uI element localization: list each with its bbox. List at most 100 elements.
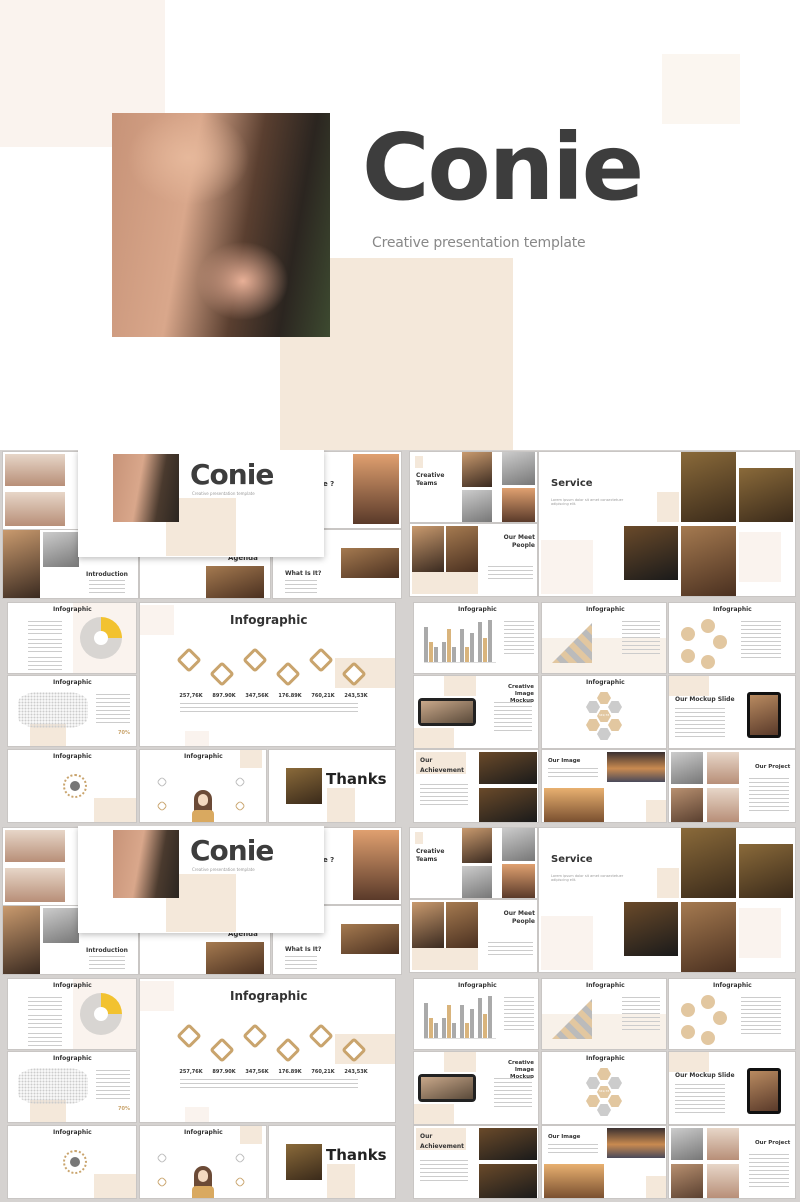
slide-title: Introduction	[86, 947, 128, 954]
cover-photo	[113, 830, 179, 898]
slide-title: Our Mockup Slide	[675, 1072, 735, 1079]
hero-subtitle: Creative presentation template	[372, 235, 586, 251]
bar	[488, 996, 492, 1038]
slide-thumb-our-meet-people[interactable]: Our Meet People	[410, 900, 537, 972]
slide-thumb-infographic-circles[interactable]: Infographic	[669, 603, 795, 673]
slide-thumb-infographic-cycle[interactable]: Infographic	[8, 750, 136, 822]
slide-thumb-thanks[interactable]: Thanks	[269, 1126, 395, 1198]
bar	[478, 998, 482, 1038]
slide-thumb-creative-image-mockup[interactable]: Creative Image Mockup	[414, 676, 538, 748]
slide-thumb-cover[interactable]: Conie Creative presentation template	[78, 450, 324, 557]
infographic-value: 897.90K	[212, 1069, 236, 1075]
slide-thumb-our-meet-people[interactable]: Our Meet People	[410, 524, 537, 596]
cover-subtitle: Creative presentation template	[192, 867, 255, 872]
slide-thumb-infographic-pie[interactable]: Infographic	[8, 979, 136, 1049]
slide-thumb-our-project[interactable]: Our Project	[669, 750, 795, 822]
slide-thumb-who[interactable]: e ?	[323, 452, 401, 528]
diamond-icon	[275, 1037, 301, 1063]
slide-thumb-infographic-hex[interactable]: Infographic 349,78	[542, 1052, 666, 1124]
infographic-value: 243,53K	[344, 1069, 368, 1075]
decor-square	[739, 532, 781, 582]
person-face	[198, 794, 208, 806]
slide-thumb-our-achievement[interactable]: Our Achievement	[414, 750, 538, 822]
slide-title: Our Project	[755, 764, 791, 770]
bar	[478, 622, 482, 662]
photo	[5, 830, 65, 862]
slide-thumb-our-mockup-slide[interactable]: Our Mockup Slide	[669, 676, 795, 748]
infographic-value: 760,21K	[311, 1069, 335, 1075]
body-text	[96, 694, 130, 724]
slide-thumb-our-project[interactable]: Our Project	[669, 1126, 795, 1198]
hexagon	[608, 1095, 622, 1107]
slide-thumb-infographic-hex[interactable]: Infographic 349,78	[542, 676, 666, 748]
photo	[446, 902, 478, 948]
photo	[681, 452, 736, 522]
slide-thumb-photos[interactable]	[3, 828, 78, 906]
slide-thumb-infographic-cone[interactable]: Infographic	[542, 603, 666, 673]
slide-title: Infographic	[53, 606, 92, 613]
hex-center-value: 349,78	[598, 713, 610, 717]
slide-title: e ?	[323, 480, 335, 488]
slide-thumb-infographic-person[interactable]: Infographic	[140, 750, 266, 822]
bar-chart	[424, 995, 496, 1039]
slide-title: Infographic	[230, 989, 308, 1003]
slide-title: Our Image	[548, 1134, 581, 1140]
slide-thumb-cover[interactable]: Conie Creative presentation template	[78, 826, 324, 933]
slide-thumb-service[interactable]: Service Lorem ipsum dolor sit amet conse…	[539, 452, 795, 596]
hero-section: Conie Creative presentation template	[0, 0, 800, 450]
slide-thumb-creative-image-mockup[interactable]: Creative Image Mockup	[414, 1052, 538, 1124]
body-text	[28, 1015, 62, 1029]
decor-square	[657, 868, 679, 898]
slide-thumb-infographic-circles[interactable]: Infographic	[669, 979, 795, 1049]
bar	[470, 1009, 474, 1038]
slide-thumb-infographic-bars[interactable]: Infographic	[414, 979, 538, 1049]
slide-thumb-our-image[interactable]: Our Image	[542, 750, 666, 822]
diamond-icon	[209, 661, 235, 687]
slide-title: Infographic	[586, 606, 625, 613]
decor-square	[414, 1104, 454, 1124]
slide-thumb-infographic-diamonds[interactable]: Infographic 257,76K 897.90K 347,56K 176.89K…	[140, 603, 395, 746]
photo	[707, 1128, 739, 1160]
slide-thumb-agenda[interactable]: Agenda	[140, 926, 270, 974]
slide-thumb-our-image[interactable]: Our Image	[542, 1126, 666, 1198]
cover-photo	[113, 454, 179, 522]
slide-thumb-agenda[interactable]: Agenda	[140, 550, 270, 598]
infographic-value: 897.90K	[212, 693, 236, 699]
slide-thumb-infographic-diamonds[interactable]: Infographic 257,76K 897.90K 347,56K 176.89K…	[140, 979, 395, 1122]
body-text	[180, 703, 358, 715]
slide-thumb-infographic-map[interactable]: Infographic 70%	[8, 1052, 136, 1122]
slide-title: Creative Teams	[416, 472, 445, 487]
slide-thumb-creative-teams[interactable]: Creative Teams	[410, 452, 537, 522]
body-text	[741, 997, 781, 1037]
slide-title: e ?	[323, 856, 335, 864]
slide-thumb-our-mockup-slide[interactable]: Our Mockup Slide	[669, 1052, 795, 1124]
photo	[502, 452, 535, 485]
slide-thumb-who[interactable]: e ?	[323, 828, 401, 904]
photo	[3, 906, 40, 974]
body-text	[488, 566, 533, 580]
donut-hole	[94, 631, 108, 645]
slide-thumb-photos[interactable]	[3, 452, 78, 530]
slide-title: Service	[551, 478, 593, 489]
decor-square	[444, 676, 476, 696]
body-text	[749, 1154, 789, 1188]
slide-thumb-infographic-bars[interactable]: Infographic	[414, 603, 538, 673]
body-text	[504, 997, 534, 1033]
slide-thumb-infographic-cone[interactable]: Infographic	[542, 979, 666, 1049]
body-text	[675, 708, 725, 738]
circle-icon	[713, 1011, 727, 1025]
slide-thumb-infographic-pie[interactable]: Infographic	[8, 603, 136, 673]
slide-thumb-our-achievement[interactable]: Our Achievement	[414, 1126, 538, 1198]
decor-square	[646, 1176, 666, 1198]
slide-thumb-creative-teams[interactable]: Creative Teams	[410, 828, 537, 898]
slide-thumb-service[interactable]: Service Lorem ipsum dolor sit amet conse…	[539, 828, 795, 972]
slide-thumb-infographic-person[interactable]: Infographic	[140, 1126, 266, 1198]
slide-thumb-infographic-cycle[interactable]: Infographic	[8, 1126, 136, 1198]
photo	[707, 752, 739, 784]
body-text	[89, 956, 125, 970]
diamond-icon	[176, 647, 202, 673]
slide-thumb-infographic-map[interactable]: Infographic 70%	[8, 676, 136, 746]
slide-thumb-thanks[interactable]: Thanks	[269, 750, 395, 822]
photo	[353, 830, 399, 900]
body-text	[89, 580, 125, 594]
